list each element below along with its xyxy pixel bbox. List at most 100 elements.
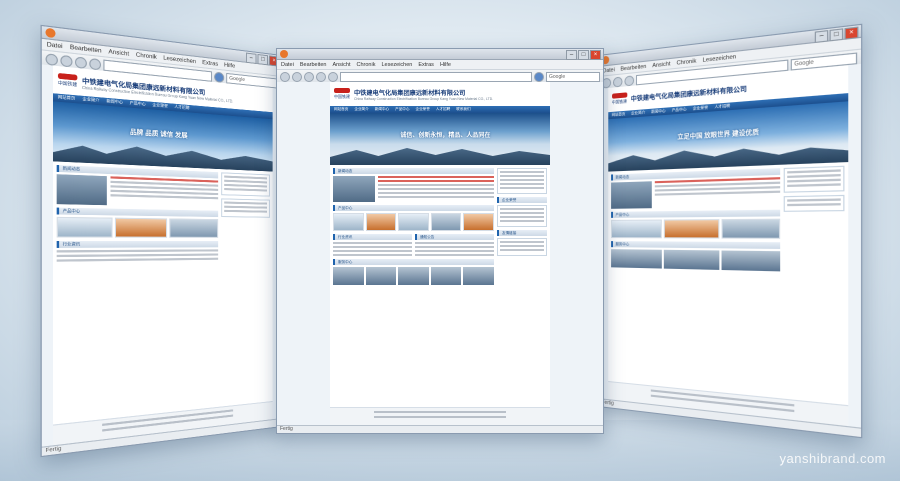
section-links[interactable]: 友情链接	[497, 230, 547, 236]
close-button[interactable]: ×	[590, 50, 601, 60]
menu-ansicht[interactable]: Ansicht	[332, 62, 350, 68]
nav-news[interactable]: 新闻中心	[651, 109, 665, 115]
search-input[interactable]: Google	[546, 71, 600, 82]
minimize-button[interactable]: –	[245, 52, 257, 65]
gallery-photo[interactable]	[430, 267, 462, 285]
stop-button[interactable]	[316, 71, 326, 82]
section-products[interactable]: 产品中心	[333, 205, 494, 211]
menu-datei[interactable]: Datei	[47, 41, 63, 50]
product-image[interactable]	[169, 218, 219, 238]
minimize-button[interactable]: –	[566, 50, 577, 60]
section-products[interactable]: 产品中心	[610, 209, 781, 218]
forward-button[interactable]	[612, 75, 623, 88]
home-button[interactable]	[328, 71, 338, 82]
reload-button[interactable]	[624, 74, 635, 86]
nav-honor[interactable]: 企业荣誉	[416, 107, 430, 112]
menu-ansicht[interactable]: Ansicht	[109, 48, 130, 57]
browser-window-center: – □ × Datei Bearbeiten Ansicht Chronik Les…	[276, 48, 604, 434]
go-button[interactable]	[534, 71, 544, 82]
reload-button[interactable]	[74, 55, 87, 69]
menu-extras[interactable]: Extras	[418, 62, 434, 68]
product-image[interactable]	[114, 217, 168, 238]
menu-bearbeiten[interactable]: Bearbeiten	[70, 44, 102, 54]
nav-about[interactable]: 企业简介	[354, 107, 368, 112]
sidebar-box	[497, 205, 547, 227]
menu-ansicht[interactable]: Ansicht	[652, 61, 670, 69]
section-service[interactable]: 服务中心	[333, 259, 494, 265]
maximize-button[interactable]: □	[578, 50, 589, 60]
site-nav: 网站首页 企业简介 新闻中心 产品中心 企业荣誉 人才招聘 联系我们	[330, 106, 550, 113]
section-honor[interactable]: 企业荣誉	[497, 197, 547, 203]
nav-about[interactable]: 企业简介	[82, 97, 99, 104]
close-button[interactable]: ×	[844, 26, 859, 40]
nav-jobs[interactable]: 人才招聘	[436, 107, 450, 112]
gallery-photo[interactable]	[398, 267, 429, 285]
company-name: 中铁建电气化局集团康远新材料有限公司	[630, 85, 747, 103]
nav-honor[interactable]: 企业荣誉	[152, 103, 168, 110]
menu-datei[interactable]: Datei	[281, 62, 294, 68]
reload-button[interactable]	[304, 71, 314, 82]
section-news[interactable]: 新闻动态	[333, 168, 494, 174]
menu-lesezeichen[interactable]: Lesezeichen	[703, 53, 737, 63]
nav-products[interactable]: 产品中心	[672, 107, 687, 113]
maximize-button[interactable]: □	[257, 53, 268, 66]
product-image[interactable]	[463, 213, 494, 231]
back-button[interactable]	[45, 52, 58, 66]
gallery-photo[interactable]	[721, 250, 781, 272]
back-button[interactable]	[280, 71, 290, 82]
company-logo[interactable]: 中国铁建	[57, 72, 78, 89]
product-image[interactable]	[610, 219, 663, 239]
minimize-button[interactable]: –	[814, 30, 829, 44]
nav-contact[interactable]: 联系我们	[456, 107, 470, 112]
menu-bearbeiten[interactable]: Bearbeiten	[300, 62, 327, 68]
url-input[interactable]	[340, 71, 532, 82]
forward-button[interactable]	[60, 54, 73, 67]
nav-news[interactable]: 新闻中心	[375, 107, 389, 112]
product-image[interactable]	[365, 213, 397, 231]
forward-button[interactable]	[292, 71, 302, 82]
section-notice[interactable]: 通知公告	[415, 234, 494, 240]
maximize-button[interactable]: □	[829, 28, 844, 42]
nav-honor[interactable]: 企业荣誉	[693, 105, 708, 112]
nav-home[interactable]: 网站首页	[334, 107, 348, 112]
company-logo[interactable]: 中国铁建	[611, 92, 627, 106]
home-button[interactable]	[89, 57, 102, 70]
menu-hilfe[interactable]: Hilfe	[224, 62, 235, 69]
section-products[interactable]: 产品中心	[56, 207, 219, 218]
menu-bearbeiten[interactable]: Bearbeiten	[620, 63, 646, 72]
product-image[interactable]	[56, 216, 113, 238]
nav-home[interactable]: 网站首页	[58, 95, 75, 102]
product-image[interactable]	[721, 218, 781, 239]
section-industry[interactable]: 行业资讯	[56, 241, 219, 248]
product-image[interactable]	[664, 219, 720, 239]
go-button[interactable]	[214, 71, 225, 83]
news-photo[interactable]	[610, 181, 652, 209]
news-photo[interactable]	[333, 176, 375, 202]
section-service[interactable]: 服务中心	[610, 241, 781, 249]
nav-jobs[interactable]: 人才招聘	[174, 105, 189, 112]
nav-products[interactable]: 产品中心	[395, 107, 409, 112]
menu-hilfe[interactable]: Hilfe	[440, 62, 451, 68]
gallery-photo[interactable]	[333, 267, 364, 285]
nav-products[interactable]: 产品中心	[130, 101, 146, 108]
company-logo[interactable]: 中国铁建	[334, 88, 350, 100]
nav-jobs[interactable]: 人才招聘	[714, 104, 730, 111]
nav-news[interactable]: 新闻中心	[106, 99, 123, 106]
menu-chronik[interactable]: Chronik	[357, 62, 376, 68]
news-photo[interactable]	[56, 174, 107, 206]
menu-chronik[interactable]: Chronik	[677, 58, 697, 66]
gallery-photo[interactable]	[463, 267, 494, 285]
web-page: 中国铁建 中铁建电气化局集团康远新材料有限公司 China Railway Co…	[277, 82, 603, 426]
menu-extras[interactable]: Extras	[202, 59, 218, 67]
gallery-photo[interactable]	[610, 249, 663, 269]
product-image[interactable]	[430, 213, 462, 231]
product-image[interactable]	[333, 213, 364, 231]
gallery-photo[interactable]	[664, 249, 720, 270]
gallery-photo[interactable]	[365, 267, 397, 285]
product-image[interactable]	[398, 213, 429, 231]
menu-chronik[interactable]: Chronik	[136, 52, 157, 61]
section-industry[interactable]: 行业资讯	[333, 234, 412, 240]
menu-datei[interactable]: Datei	[603, 67, 615, 74]
menu-lesezeichen[interactable]: Lesezeichen	[381, 62, 412, 68]
firefox-icon	[280, 50, 288, 58]
